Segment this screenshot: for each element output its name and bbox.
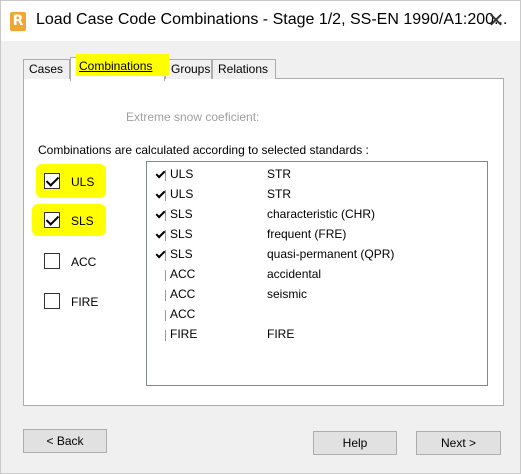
window-title: Load Case Code Combinations - Stage 1/2,… xyxy=(36,11,508,28)
uls-checkbox[interactable] xyxy=(44,173,60,189)
extreme-snow-label: Extreme snow coeficient: xyxy=(126,110,260,124)
list-item[interactable]: ULS STR xyxy=(153,165,483,185)
back-button[interactable]: < Back xyxy=(23,429,107,453)
row-checkbox[interactable] xyxy=(155,209,167,221)
row-description: FIRE xyxy=(267,327,295,341)
row-description: STR xyxy=(267,167,291,181)
app-logo-icon: R xyxy=(10,12,26,31)
row-checkbox[interactable] xyxy=(155,249,167,261)
row-checkbox[interactable] xyxy=(155,289,167,301)
row-description: quasi-permanent (QPR) xyxy=(267,247,395,261)
fire-label: FIRE xyxy=(71,295,99,309)
row-code: SLS xyxy=(170,227,193,241)
list-item[interactable]: SLS frequent (FRE) xyxy=(153,225,483,245)
row-description: frequent (FRE) xyxy=(267,227,347,241)
row-code: ACC xyxy=(170,267,196,281)
row-code: ACC xyxy=(170,307,196,321)
row-description: accidental xyxy=(267,267,322,281)
row-checkbox[interactable] xyxy=(155,189,167,201)
uls-label: ULS xyxy=(71,175,95,189)
list-item[interactable]: ULS STR xyxy=(153,185,483,205)
row-checkbox[interactable] xyxy=(155,269,167,281)
row-description: seismic xyxy=(267,287,308,301)
row-code: SLS xyxy=(170,207,193,221)
list-item[interactable]: FIRE FIRE xyxy=(153,325,483,345)
row-code: FIRE xyxy=(170,327,198,341)
list-item[interactable]: SLS characteristic (CHR) xyxy=(153,205,483,225)
row-checkbox[interactable] xyxy=(155,169,167,181)
fire-checkbox[interactable] xyxy=(44,293,60,309)
row-checkbox[interactable] xyxy=(155,229,167,241)
title-bar: R Load Case Code Combinations - Stage 1/… xyxy=(1,1,520,41)
acc-checkbox[interactable] xyxy=(44,253,60,269)
row-description: STR xyxy=(267,187,291,201)
row-code: ULS xyxy=(170,167,194,181)
next-button[interactable]: Next > xyxy=(416,431,501,455)
close-icon[interactable]: ✕ xyxy=(477,5,515,35)
row-checkbox[interactable] xyxy=(155,309,167,321)
combination-list[interactable]: ULS STR ULS STR SLS characteristic (CHR)… xyxy=(146,161,488,386)
sls-checkbox[interactable] xyxy=(44,212,60,228)
dialog-window: R Load Case Code Combinations - Stage 1/… xyxy=(0,0,521,474)
row-code: ACC xyxy=(170,287,196,301)
list-item[interactable]: ACC xyxy=(153,305,483,325)
row-checkbox[interactable] xyxy=(155,329,167,341)
acc-label: ACC xyxy=(71,255,97,269)
row-code: ULS xyxy=(170,187,194,201)
list-item[interactable]: ACC seismic xyxy=(153,285,483,305)
tab-relations[interactable]: Relations xyxy=(212,59,276,79)
tab-cases[interactable]: Cases xyxy=(23,59,70,79)
tab-groups[interactable]: Groups xyxy=(165,59,212,79)
sls-label: SLS xyxy=(71,214,94,228)
list-item[interactable]: SLS quasi-permanent (QPR) xyxy=(153,245,483,265)
tab-combinations-label[interactable]: Combinations xyxy=(79,59,152,73)
row-description: characteristic (CHR) xyxy=(267,207,376,221)
list-item[interactable]: ACC accidental xyxy=(153,265,483,285)
combinations-heading: Combinations are calculated according to… xyxy=(38,143,369,157)
help-button[interactable]: Help xyxy=(313,431,397,455)
row-code: SLS xyxy=(170,247,193,261)
